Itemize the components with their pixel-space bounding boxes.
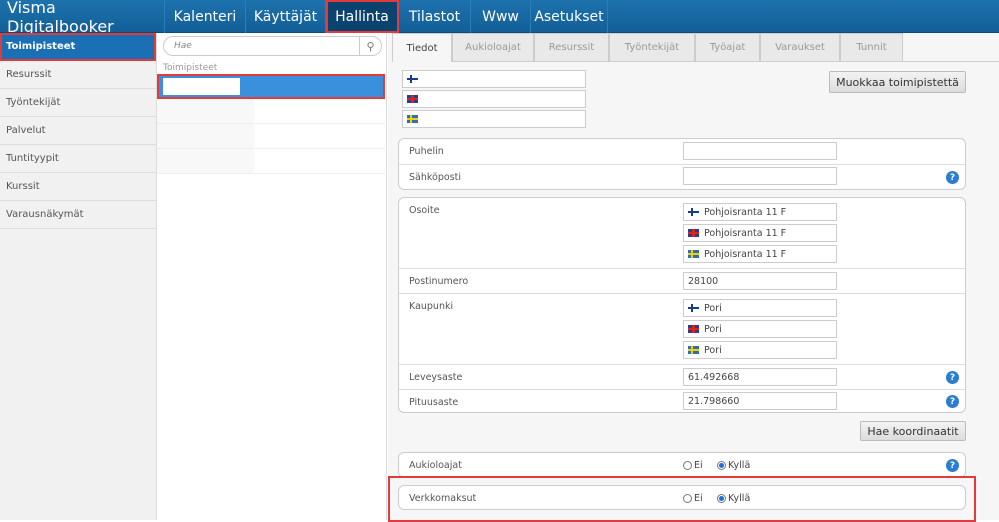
list-item[interactable] [157, 99, 385, 124]
opening-yes-radio[interactable]: Kyllä [717, 460, 750, 471]
sidebar-item-tyontekijat[interactable]: Työntekijät [0, 89, 156, 117]
phone-input[interactable] [683, 142, 837, 160]
nav-hallinta[interactable]: Hallinta [326, 0, 399, 33]
swedish-flag-icon [688, 346, 699, 354]
finnish-flag-icon [688, 304, 699, 312]
tab-tyontekijat[interactable]: Työntekijät [609, 33, 695, 62]
app-logo[interactable]: Visma Digitalbooker [0, 0, 165, 36]
address-sv-value: Pohjoisranta 11 F [704, 248, 787, 260]
address-fi-value: Pohjoisranta 11 F [704, 206, 787, 218]
opening-hours-panel: Aukioloajat Ei Kyllä ? [398, 452, 966, 478]
online-payments-label: Verkkomaksut [409, 493, 477, 504]
get-coordinates-button[interactable]: Hae koordinaatit [860, 421, 966, 441]
help-icon[interactable]: ? [946, 371, 959, 384]
city-sv-value: Pori [704, 344, 722, 356]
list-item[interactable] [157, 124, 385, 149]
edit-location-button[interactable]: Muokkaa toimipistettä [829, 71, 966, 93]
sidebar-item-resurssit[interactable]: Resurssit [0, 61, 156, 89]
list-header: Toimipisteet [163, 63, 218, 73]
sidebar-item-toimipisteet[interactable]: Toimipisteet [0, 33, 156, 61]
online-payments-yes-radio[interactable]: Kyllä [717, 493, 750, 504]
tab-varaukset[interactable]: Varaukset [760, 33, 840, 62]
latitude-label: Leveysaste [409, 372, 463, 383]
online-payments-no-radio[interactable]: Ei [683, 493, 703, 504]
sidebar: Toimipisteet Resurssit Työntekijät Palve… [0, 33, 157, 520]
name-input-fi[interactable] [402, 70, 586, 88]
nav-www[interactable]: Www [471, 0, 531, 33]
help-icon[interactable]: ? [946, 459, 959, 472]
address-label: Osoite [409, 205, 440, 216]
details-panel: Tiedot Aukioloajat Resurssit Työntekijät… [388, 33, 999, 522]
nav-kayttajat[interactable]: Käyttäjät [246, 0, 326, 33]
address-panel: Osoite Pohjoisranta 11 F Pohjoisranta 11… [398, 197, 966, 413]
city-input-en[interactable]: Pori [683, 320, 837, 338]
latitude-input[interactable]: 61.492668 [683, 368, 837, 386]
uk-flag-icon [688, 325, 699, 333]
phone-label: Puhelin [409, 146, 444, 157]
swedish-flag-icon [407, 115, 418, 123]
search-input[interactable]: Hae ⚲ [163, 36, 382, 56]
tab-tiedot[interactable]: Tiedot [392, 33, 452, 62]
address-en-value: Pohjoisranta 11 F [704, 227, 787, 239]
search-placeholder: Hae [174, 41, 192, 51]
redacted-name [163, 78, 240, 95]
tab-tyoajat[interactable]: Työajat [695, 33, 760, 62]
list-item-selected[interactable] [157, 74, 385, 99]
name-input-en[interactable] [402, 90, 586, 108]
postal-input[interactable]: 28100 [683, 272, 837, 290]
finnish-flag-icon [688, 208, 699, 216]
sidebar-item-varausnakymat[interactable]: Varausnäkymät [0, 201, 156, 229]
sidebar-item-kurssit[interactable]: Kurssit [0, 173, 156, 201]
search-icon[interactable]: ⚲ [359, 37, 381, 55]
opening-hours-label: Aukioloajat [409, 460, 462, 471]
postal-label: Postinumero [409, 276, 469, 287]
help-icon[interactable]: ? [946, 395, 959, 408]
uk-flag-icon [407, 95, 418, 103]
city-en-value: Pori [704, 323, 722, 335]
sidebar-item-tuntityypit[interactable]: Tuntityypit [0, 145, 156, 173]
opening-no-radio[interactable]: Ei [683, 460, 703, 471]
top-nav-bar: Visma Digitalbooker Kalenteri Käyttäjät … [0, 0, 999, 36]
uk-flag-icon [688, 229, 699, 237]
help-icon[interactable]: ? [946, 171, 959, 184]
longitude-input[interactable]: 21.798660 [683, 392, 837, 410]
address-input-sv[interactable]: Pohjoisranta 11 F [683, 245, 837, 263]
city-input-sv[interactable]: Pori [683, 341, 837, 359]
list-item[interactable] [157, 149, 385, 174]
tab-resurssit[interactable]: Resurssit [534, 33, 609, 62]
tab-aukioloajat[interactable]: Aukioloajat [452, 33, 534, 62]
nav-tilastot[interactable]: Tilastot [399, 0, 471, 33]
location-list-panel: Hae ⚲ Toimipisteet [157, 33, 387, 520]
swedish-flag-icon [688, 250, 699, 258]
email-label: Sähköposti [409, 172, 462, 183]
finnish-flag-icon [407, 75, 418, 83]
city-fi-value: Pori [704, 302, 722, 314]
address-input-fi[interactable]: Pohjoisranta 11 F [683, 203, 837, 221]
city-label: Kaupunki [409, 301, 454, 312]
city-input-fi[interactable]: Pori [683, 299, 837, 317]
email-input[interactable] [683, 167, 837, 185]
contact-panel: Puhelin Sähköposti ? [398, 138, 966, 190]
address-input-en[interactable]: Pohjoisranta 11 F [683, 224, 837, 242]
nav-asetukset[interactable]: Asetukset [531, 0, 608, 33]
tab-tunnit[interactable]: Tunnit [840, 33, 903, 62]
name-input-sv[interactable] [402, 110, 586, 128]
sidebar-item-palvelut[interactable]: Palvelut [0, 117, 156, 145]
longitude-label: Pituusaste [409, 397, 459, 408]
online-payments-panel: Verkkomaksut Ei Kyllä [398, 485, 966, 510]
nav-kalenteri[interactable]: Kalenteri [165, 0, 246, 33]
tab-divider [903, 61, 999, 62]
